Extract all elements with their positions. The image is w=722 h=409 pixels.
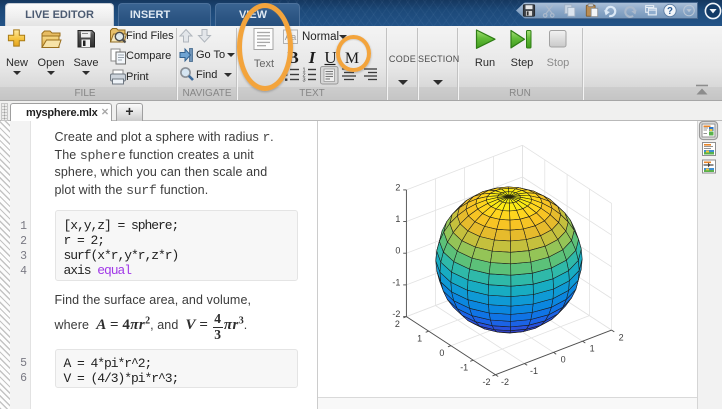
- svg-text:2: 2: [619, 332, 624, 342]
- svg-text:I: I: [308, 48, 317, 67]
- svg-text:0: 0: [395, 246, 400, 256]
- svg-text:-2: -2: [482, 377, 490, 387]
- svg-text:0: 0: [561, 355, 566, 365]
- svg-text:-2: -2: [501, 377, 509, 387]
- svg-text:3: 3: [303, 78, 306, 84]
- svg-text:0: 0: [439, 348, 444, 358]
- svg-text:-1: -1: [530, 366, 538, 376]
- svg-text:-2: -2: [392, 309, 400, 319]
- svg-text:2: 2: [395, 319, 400, 329]
- svg-text:2: 2: [395, 182, 400, 192]
- svg-text:1: 1: [590, 344, 595, 354]
- svg-text:-1: -1: [392, 277, 400, 287]
- svg-text:1: 1: [417, 334, 422, 344]
- svg-text:-1: -1: [460, 363, 468, 373]
- svg-text:?: ?: [667, 6, 673, 17]
- svg-text:1: 1: [395, 214, 400, 224]
